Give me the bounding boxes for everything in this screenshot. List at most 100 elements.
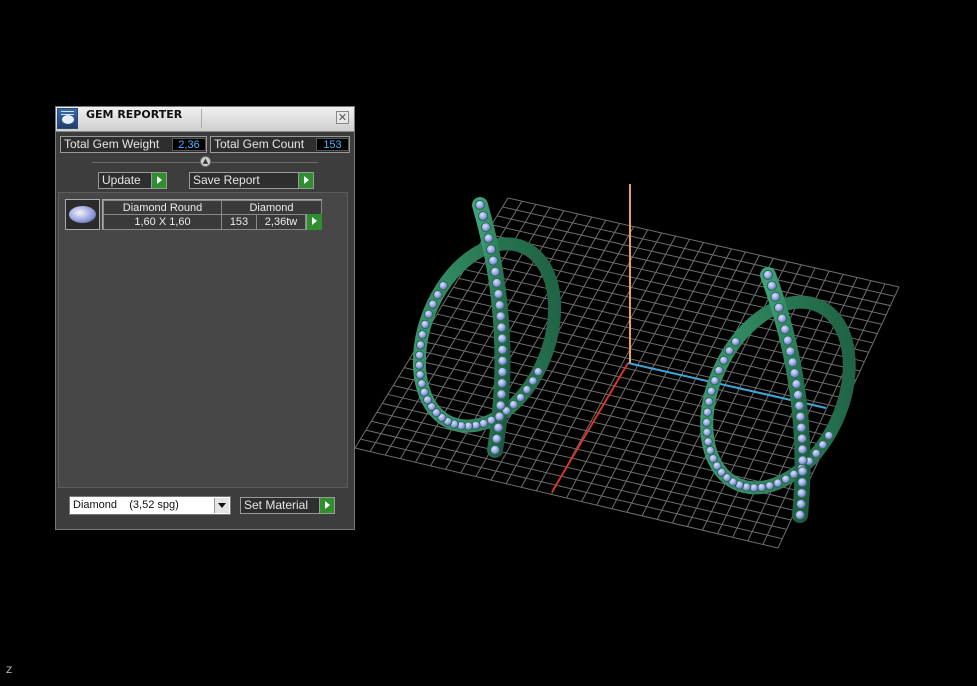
gem-stone [497, 355, 508, 366]
gem-stone [478, 418, 489, 429]
gem-stone [777, 313, 788, 324]
title-separator [201, 109, 202, 128]
gem-stone [490, 266, 501, 277]
earring-right[interactable] [679, 267, 878, 523]
set-material-button-label: Set Material [244, 498, 309, 512]
gem-material-cell: Diamond [221, 200, 322, 215]
gem-stone [496, 322, 507, 333]
gem-stone [719, 355, 729, 366]
gem-stone [495, 400, 506, 411]
gem-stone [483, 233, 494, 244]
gem-stone [796, 422, 807, 433]
gem-stone [415, 340, 426, 350]
update-button-label: Update [102, 173, 141, 187]
gem-stone [497, 344, 508, 355]
gem-stone [724, 346, 735, 356]
gem-stone [491, 433, 502, 444]
gem-stone [422, 395, 433, 405]
gem-stone [794, 400, 805, 411]
panel-titlebar[interactable]: GEM REPORTER ✕ [56, 107, 354, 132]
gem-stone [797, 444, 808, 455]
gem-stone [757, 482, 767, 493]
gem-stone [818, 440, 828, 450]
save-report-button[interactable]: Save Report [189, 172, 314, 189]
gem-stone [702, 407, 713, 417]
gem-stone [488, 255, 499, 266]
ground-grid [354, 197, 900, 549]
gem-stone [489, 444, 501, 456]
gem-stone [797, 455, 808, 466]
total-gem-count: Total Gem Count 153 [210, 136, 350, 153]
material-select-value: Diamond (3,52 spg) [73, 499, 179, 511]
gem-stone [414, 360, 425, 370]
gem-stone [495, 311, 506, 322]
gem-stone [491, 277, 502, 289]
close-icon[interactable]: ✕ [336, 111, 349, 124]
total-gem-weight-label: Total Gem Weight [64, 137, 160, 151]
gem-stone [705, 445, 715, 456]
gem-stone [796, 488, 807, 499]
gem-stone [796, 433, 808, 444]
gem-list[interactable] [58, 192, 348, 488]
grid-line [387, 393, 805, 493]
gem-reporter-icon [57, 108, 78, 129]
save-report-button-label: Save Report [193, 173, 260, 187]
gem-stone [515, 392, 526, 403]
gem-stone [792, 389, 804, 401]
update-go-icon[interactable] [151, 173, 166, 188]
gem-stone [494, 411, 505, 422]
axis-indicator-label: Z [6, 666, 13, 676]
total-gem-weight: Total Gem Weight 2,36 [60, 136, 207, 153]
gem-stone [770, 291, 781, 302]
gem-stone [414, 350, 425, 360]
total-gem-count-value: 153 [316, 138, 349, 151]
gem-stone [789, 368, 800, 379]
gem-stone [787, 357, 798, 368]
grid-line [431, 322, 839, 418]
total-gem-count-label: Total Gem Count [214, 137, 305, 151]
gem-stone [781, 474, 791, 484]
gem-stone [438, 281, 448, 291]
gem-stone [478, 211, 489, 222]
gem-count-cell: 153 [221, 214, 257, 230]
gem-stone [797, 466, 808, 477]
set-material-button[interactable]: Set Material [240, 497, 335, 514]
total-gem-weight-value: 2,36 [172, 138, 206, 151]
grid-line [360, 438, 783, 540]
collapse-icon[interactable]: ▲ [200, 156, 211, 167]
gem-stone [730, 337, 741, 347]
save-report-go-icon[interactable] [298, 173, 313, 188]
gem-stone [797, 477, 808, 488]
gem-stone [508, 399, 519, 410]
grid-line [404, 367, 818, 465]
gem-stone [496, 389, 507, 400]
set-material-go-icon[interactable] [319, 498, 334, 513]
gem-stone [704, 397, 714, 407]
gem-stone [522, 384, 532, 395]
gem-stone [791, 379, 802, 390]
update-button[interactable]: Update [98, 172, 167, 189]
gem-row[interactable]: Diamond Round Diamond 1,60 X 1,60 153 2,… [102, 199, 322, 230]
gem-row-go-icon[interactable] [306, 214, 322, 230]
gem-stone [423, 309, 434, 319]
gem-weight-cell: 2,36tw [256, 214, 306, 230]
diamond-round-thumbnail [65, 199, 100, 230]
gem-stone [795, 499, 807, 510]
gem-stone [415, 370, 425, 380]
gem-stone [703, 437, 713, 447]
gem-stone [789, 469, 799, 479]
chevron-down-icon[interactable] [214, 498, 229, 513]
gem-stone [706, 386, 717, 396]
gem-stone [497, 333, 508, 344]
gem-stone [420, 319, 430, 330]
gem-stone [496, 378, 508, 389]
material-select[interactable]: Diamond (3,52 spg) [69, 496, 231, 515]
gem-stone [533, 367, 543, 377]
gem-reporter-panel: GEM REPORTER ✕ Total Gem Weight 2,36 Tot… [55, 106, 355, 530]
gem-stone [766, 280, 778, 291]
gem-size-cell: 1,60 X 1,60 [103, 214, 222, 230]
gem-stone [428, 299, 438, 309]
gem-stone [494, 300, 505, 311]
gem-stone [714, 365, 724, 376]
gem-stone [419, 387, 429, 397]
